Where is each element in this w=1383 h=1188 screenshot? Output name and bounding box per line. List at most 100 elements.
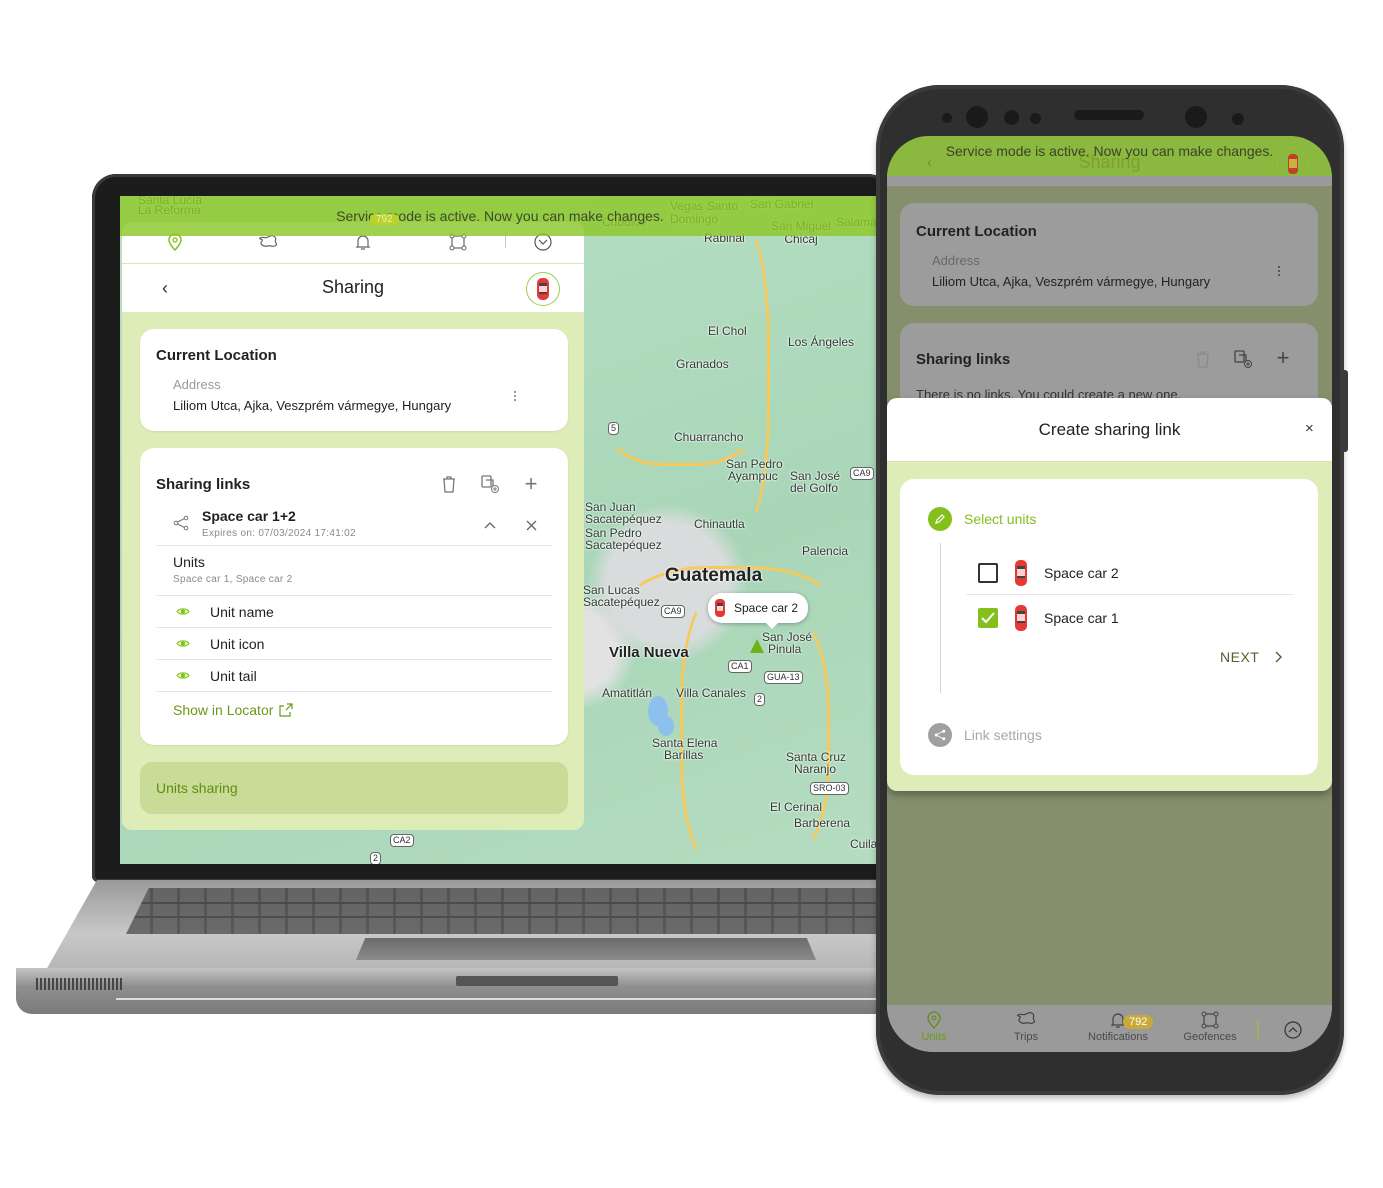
divider [156,691,552,692]
more-vert-icon[interactable] [504,385,526,407]
delete-icon[interactable] [438,473,460,495]
current-location-card: Current Location Address Liliom Utca, Aj… [140,329,568,431]
location-pin-icon [927,1011,941,1029]
road-shield: 2 [370,852,382,864]
option-label: Unit tail [210,668,257,684]
eye-icon [176,608,190,615]
map-label: Sacatepéquez [583,595,660,609]
copy-add-icon[interactable] [1232,348,1254,370]
service-mode-banner: Service mode is active. Now you can make… [945,143,1274,159]
unit-checkbox-checked[interactable] [978,608,998,628]
map-label: Chinautla [694,517,745,531]
bottom-tab-bar: Units Trips 792 Notifications Geofences [887,1005,1332,1052]
close-icon[interactable] [520,514,542,536]
location-arrow-icon [750,639,764,653]
road-shield: SRO-03 [810,782,849,795]
tab-label: Notifications [1088,1031,1148,1043]
notification-badge: 792 [370,214,399,225]
tab-geofences[interactable]: Geofences [1165,1011,1255,1043]
map-label: Sacatepéquez [585,512,662,526]
option-row[interactable]: Unit icon [156,628,552,660]
map-label: Naranjo [794,762,837,776]
laptop-base [16,880,896,1014]
tab-units[interactable]: Units [889,1011,979,1043]
map-label: Barillas [664,748,704,762]
panel-header: ‹ Sharing [122,264,584,312]
map-label: Villa Nueva [609,644,689,661]
tab-trips[interactable]: Trips [981,1011,1071,1043]
phone-camera [1185,106,1207,128]
card-title: Sharing links [156,476,251,493]
trips-icon [1016,1011,1036,1024]
tab-label: Trips [1013,1031,1039,1043]
link-expiry: Expires on: 07/03/2024 17:41:02 [202,528,356,539]
next-label: NEXT [1220,649,1260,665]
page-title: Sharing [321,277,385,297]
chevron-right-icon [1275,651,1283,663]
geofence-icon [1201,1011,1219,1029]
show-in-locator-link[interactable]: Show in Locator [173,702,294,718]
next-button[interactable]: NEXT [1220,649,1283,665]
copy-add-icon[interactable] [479,473,501,495]
road-shield: CA1 [728,660,752,673]
address-label: Address [173,377,221,392]
map-label: Amatitlán [602,686,653,700]
road-shield: GUA-13 [764,671,803,684]
delete-icon[interactable] [1192,348,1214,370]
map-unit-marker[interactable]: Space car 2 [708,593,808,629]
external-link-icon [279,703,294,717]
trackpad [356,938,816,960]
card-title: Sharing links [916,351,1011,368]
share-icon [170,512,192,534]
map-label: Ayampuc [728,469,778,483]
road-shield: CA9 [850,467,874,480]
map-label: Sacatepéquez [585,538,662,552]
more-vert-icon[interactable] [1268,260,1290,282]
tab-divider [1257,1020,1259,1038]
phone-screen: ‹ Sharing Service mode is active. Now yo… [887,136,1332,1052]
phone-sensor [1030,113,1041,124]
add-icon[interactable]: + [520,471,542,496]
chevron-up-circle-icon[interactable] [1284,1021,1302,1044]
units-label: Units [173,554,205,570]
pencil-icon [928,507,952,531]
option-label: Unit name [210,604,274,620]
units-sharing-section[interactable]: Units sharing [140,762,568,814]
sharing-panel: ‹ Sharing Current Location Address Lilio… [122,222,584,830]
stepper: Select units Space car 2 Space car 1 NEX… [900,479,1318,775]
tab-label: Geofences [1183,1031,1237,1043]
car-icon [715,599,725,617]
tab-notifications[interactable]: 792 Notifications [1073,1011,1163,1043]
address-label: Address [932,253,980,268]
step-select-units[interactable]: Select units [964,511,1036,527]
map-label: del Golfo [790,481,839,495]
road-shield: CA2 [390,834,414,847]
chevron-up-icon[interactable] [479,514,501,536]
marker-label: Space car 2 [734,601,799,615]
phone-sensor [1232,113,1244,125]
eye-icon [176,640,190,647]
option-row[interactable]: Unit tail [156,660,552,692]
unit-avatar[interactable] [526,272,560,306]
tab-label: Units [921,1031,947,1043]
close-button[interactable]: × [1305,420,1314,437]
card-title: Current Location [156,347,277,364]
phone-sensor [942,113,952,123]
car-icon [1015,605,1027,631]
share-icon [928,723,952,747]
phone-sensor [1004,110,1019,125]
unit-name: Space car 1 [1044,610,1119,626]
map-label: Barberena [794,816,851,830]
units-value: Space car 1, Space car 2 [173,574,293,585]
map-label: Pinula [768,642,802,656]
option-row[interactable]: Unit name [156,596,552,628]
card-title: Current Location [916,223,1037,240]
road-shield: CA9 [661,605,685,618]
map-label: Chuarrancho [674,430,744,444]
map-label: Villa Canales [676,686,746,700]
add-icon[interactable]: + [1272,345,1294,370]
sharing-links-card: Sharing links + Space car 1+2 Expires on… [140,448,568,745]
step-link-settings[interactable]: Link settings [964,727,1042,743]
service-mode-banner: Service mode is active. Now you can make… [120,196,880,236]
unit-checkbox[interactable] [978,563,998,583]
